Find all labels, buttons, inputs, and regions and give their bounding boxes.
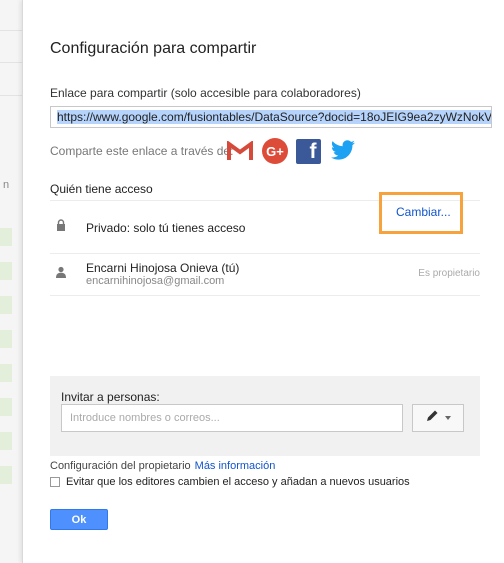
owner-role: Es propietario <box>418 268 480 279</box>
owner-email: encarnihinojosa@gmail.com <box>86 275 225 287</box>
bg-divider <box>0 95 22 96</box>
chevron-down-icon <box>445 416 451 420</box>
google-plus-icon[interactable]: G+ <box>262 138 288 164</box>
person-icon <box>56 266 66 281</box>
owner-name: Encarni Hinojosa Onieva (tú) <box>86 261 240 275</box>
who-has-access-heading: Quién tiene acceso <box>50 182 153 196</box>
facebook-icon[interactable]: f <box>295 138 321 164</box>
bg-row-marker <box>0 364 12 382</box>
bg-row-marker <box>0 432 12 450</box>
background-page: n <box>0 0 22 563</box>
bg-partial-text: n <box>3 179 10 191</box>
prevent-editors-checkbox[interactable] <box>50 477 60 487</box>
change-access-link[interactable]: Cambiar... <box>396 205 451 219</box>
owner-settings-label: Configuración del propietario Más informa… <box>50 460 275 472</box>
lock-icon <box>56 219 66 234</box>
privacy-status: Privado: solo tú tienes acceso <box>86 221 246 235</box>
owner-settings-text: Configuración del propietario <box>50 460 191 472</box>
twitter-icon[interactable] <box>330 138 356 164</box>
pencil-icon <box>425 409 439 428</box>
invite-panel: Invitar a personas: <box>50 376 480 456</box>
bg-row-marker <box>0 228 12 246</box>
bg-row-marker <box>0 466 12 484</box>
bg-row-marker <box>0 262 12 280</box>
bg-row-marker <box>0 330 12 348</box>
prevent-editors-label: Evitar que los editores cambien el acces… <box>66 476 410 488</box>
bg-row-marker <box>0 398 12 416</box>
permission-dropdown-button[interactable] <box>412 404 464 432</box>
share-link-field[interactable]: https://www.google.com/fusiontables/Data… <box>50 106 492 128</box>
share-via-label: Comparte este enlace a través de: <box>50 144 234 158</box>
share-link-value[interactable]: https://www.google.com/fusiontables/Data… <box>57 110 491 124</box>
sharing-dialog: Configuración para compartir Enlace para… <box>22 0 504 563</box>
bg-divider <box>0 62 22 63</box>
bg-divider <box>0 30 22 31</box>
ok-button[interactable]: Ok <box>50 509 108 530</box>
bg-row-marker <box>0 296 12 314</box>
dialog-title: Configuración para compartir <box>50 40 257 57</box>
prevent-editors-option[interactable]: Evitar que los editores cambien el acces… <box>50 476 410 488</box>
gmail-icon[interactable] <box>227 138 253 164</box>
invite-label: Invitar a personas: <box>61 390 160 404</box>
invite-input[interactable] <box>61 404 403 432</box>
change-access-highlight: Cambiar... <box>379 192 463 234</box>
more-info-link[interactable]: Más información <box>195 460 276 472</box>
share-link-label: Enlace para compartir (solo accesible pa… <box>50 86 361 100</box>
access-row-owner: Encarni Hinojosa Onieva (tú) encarnihino… <box>50 253 480 296</box>
